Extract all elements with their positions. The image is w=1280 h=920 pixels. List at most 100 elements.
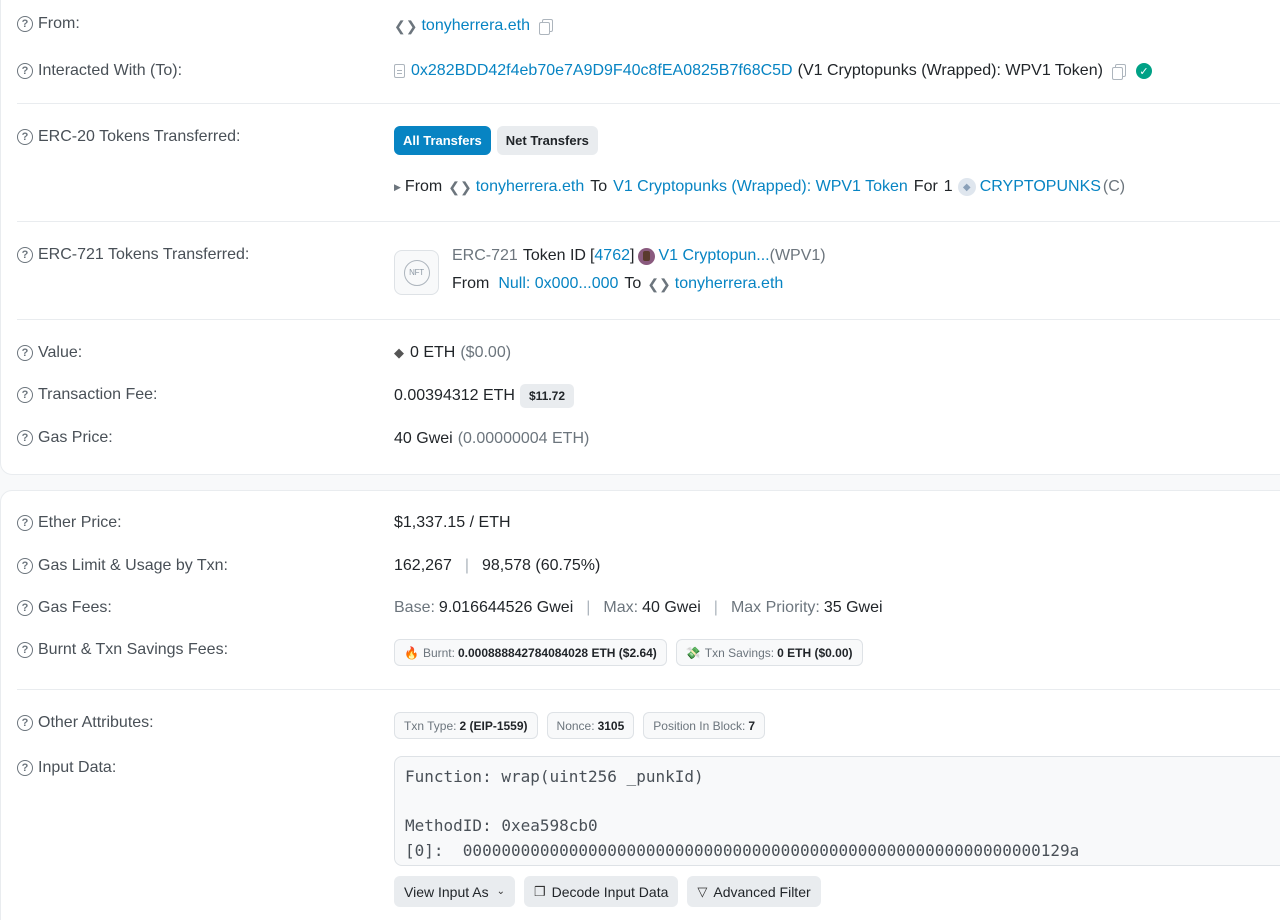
- burnt-value: 🔥 Burnt: 0.000888842784084028 ETH ($2.64…: [394, 639, 872, 666]
- input-line: [0]: 00000000000000000000000000000000000…: [405, 840, 1080, 860]
- money-icon: 💸: [685, 645, 701, 660]
- advanced-filter-button[interactable]: ▽ Advanced Filter: [687, 876, 821, 907]
- erc721-label: ? ERC-721 Tokens Transferred:: [17, 246, 249, 264]
- fee-amount: 0.00394312 ETH: [394, 387, 515, 404]
- to-word: To: [590, 178, 608, 195]
- caret-right-icon: ▶: [394, 181, 401, 192]
- view-input-as-button[interactable]: View Input As ⌄: [394, 876, 515, 907]
- help-icon[interactable]: ?: [17, 642, 33, 658]
- token-suffix: (C): [1102, 178, 1126, 195]
- other-attributes-label: ? Other Attributes:: [17, 714, 154, 732]
- ethereum-icon: ◆: [394, 345, 404, 360]
- help-icon[interactable]: ?: [17, 760, 33, 776]
- for-word: For: [913, 178, 938, 195]
- input-data-textarea[interactable]: Function: wrap(uint256 _punkId) MethodID…: [394, 756, 1280, 866]
- token-id-link[interactable]: 4762: [594, 247, 630, 265]
- burnt-label: ? Burnt & Txn Savings Fees:: [17, 641, 228, 659]
- savings-chip-value: 0 ETH ($0.00): [777, 645, 853, 660]
- value-value: ◆ 0 ETH ($0.00): [394, 344, 511, 362]
- contract-name: (V1 Cryptopunks (Wrapped): WPV1 Token): [797, 62, 1103, 79]
- erc721-transfer-row: From Null: 0x000...000 To ❮❯ tonyherrera…: [452, 275, 783, 293]
- interacted-with-value: 0x282BDD42f4eb70e7A9D9F40c8fEA0825B7f68C…: [394, 62, 1152, 80]
- separator: |: [713, 599, 718, 616]
- token-standard: ERC-721: [452, 247, 518, 264]
- contract-icon: [394, 64, 405, 78]
- input-line: MethodID: 0xea598cb0: [405, 816, 598, 835]
- help-icon[interactable]: ?: [17, 16, 33, 32]
- from-word: From: [452, 275, 490, 292]
- fee-usd-badge: $11.72: [519, 384, 575, 408]
- token-id-label: Token ID: [522, 247, 586, 264]
- help-icon[interactable]: ?: [17, 247, 33, 263]
- from-label: ? From:: [17, 15, 80, 33]
- base-label: Base:: [394, 599, 435, 616]
- other-attributes-value: Txn Type: 2 (EIP-1559) Nonce: 3105 Posit…: [394, 712, 774, 739]
- erc20-tabs: All Transfers Net Transfers: [394, 126, 604, 155]
- savings-chip: 💸 Txn Savings: 0 ETH ($0.00): [675, 639, 863, 666]
- all-transfers-tab[interactable]: All Transfers: [394, 126, 491, 155]
- help-icon[interactable]: ?: [17, 63, 33, 79]
- close-bracket: ]: [630, 247, 635, 264]
- divider: [17, 221, 1280, 222]
- burnt-chip: 🔥 Burnt: 0.000888842784084028 ETH ($2.64…: [394, 639, 667, 666]
- help-icon[interactable]: ?: [17, 129, 33, 145]
- max-fee: 40 Gwei: [642, 599, 701, 616]
- token-link[interactable]: CRYPTOPUNKS: [980, 178, 1101, 196]
- value-amount: 0 ETH: [410, 344, 456, 361]
- base-fee: 9.016644526 Gwei: [438, 599, 574, 616]
- help-icon[interactable]: ?: [17, 515, 33, 531]
- erc20-transfer-row: ▶ From ❮❯ tonyherrera.eth To V1 Cryptopu…: [394, 178, 1125, 196]
- gas-fees-label: ? Gas Fees:: [17, 599, 112, 617]
- contract-address-link[interactable]: 0x282BDD42f4eb70e7A9D9F40c8fEA0825B7f68C…: [411, 62, 793, 80]
- max-label: Max:: [603, 599, 639, 616]
- decode-input-button[interactable]: ❒ Decode Input Data: [523, 876, 679, 907]
- burnt-chip-label: Burnt:: [422, 645, 455, 660]
- from-value: ❮❯ tonyherrera.eth: [394, 17, 553, 35]
- gas-limit-value: 162,267 | 98,578 (60.75%): [394, 557, 600, 575]
- from-address-link[interactable]: tonyherrera.eth: [421, 17, 530, 35]
- filter-icon: ▽: [697, 883, 708, 899]
- cubes-icon: ❒: [533, 883, 546, 899]
- value-usd: ($0.00): [460, 344, 512, 361]
- to-word: To: [624, 275, 642, 292]
- nft-thumbnail: NFT: [394, 250, 439, 295]
- fee-label: ? Transaction Fee:: [17, 386, 157, 404]
- net-transfers-tab[interactable]: Net Transfers: [496, 126, 598, 155]
- ens-icon: ❮❯: [647, 275, 671, 292]
- gas-price-eth: (0.00000004 ETH): [457, 430, 590, 447]
- fee-value: 0.00394312 ETH $11.72: [394, 384, 575, 408]
- help-icon[interactable]: ?: [17, 558, 33, 574]
- priority-fee: 35 Gwei: [823, 599, 883, 616]
- from-word: From: [404, 178, 443, 195]
- erc20-to-link[interactable]: V1 Cryptopunks (Wrapped): WPV1 Token: [613, 178, 908, 196]
- copy-icon[interactable]: [1111, 64, 1126, 80]
- erc20-from-link[interactable]: tonyherrera.eth: [476, 178, 585, 196]
- help-icon[interactable]: ?: [17, 387, 33, 403]
- help-icon[interactable]: ?: [17, 345, 33, 361]
- fire-icon: 🔥: [404, 645, 419, 660]
- copy-icon[interactable]: [538, 19, 553, 35]
- gas-limit: 162,267: [394, 557, 452, 574]
- ether-price-label: ? Ether Price:: [17, 514, 122, 532]
- gas-fees-value: Base: 9.016644526 Gwei | Max: 40 Gwei | …: [394, 599, 883, 617]
- ens-icon: ❮❯: [394, 17, 418, 34]
- nft-collection-link[interactable]: V1 Cryptopun...: [658, 247, 769, 265]
- ens-icon: ❮❯: [448, 178, 472, 195]
- erc20-amount: 1: [943, 178, 953, 195]
- value-label: ? Value:: [17, 344, 82, 362]
- help-icon[interactable]: ?: [17, 430, 33, 446]
- input-data-label: ? Input Data:: [17, 759, 116, 777]
- chevron-down-icon: ⌄: [496, 886, 505, 897]
- separator: |: [586, 599, 591, 616]
- help-icon[interactable]: ?: [17, 715, 33, 731]
- erc721-token-row: ERC-721 Token ID [ 4762 ] V1 Cryptopun..…: [452, 247, 826, 265]
- input-line: [405, 792, 1280, 817]
- erc20-label: ? ERC-20 Tokens Transferred:: [17, 128, 240, 146]
- erc721-to-link[interactable]: tonyherrera.eth: [675, 275, 784, 293]
- nft-icon: NFT: [403, 259, 430, 286]
- verified-check-icon: ✓: [1135, 63, 1152, 79]
- txn-type-chip: Txn Type: 2 (EIP-1559): [394, 712, 538, 739]
- help-icon[interactable]: ?: [17, 600, 33, 616]
- input-line: Function: wrap(uint256 _punkId): [405, 767, 704, 786]
- erc721-from-link[interactable]: Null: 0x000...000: [498, 275, 618, 293]
